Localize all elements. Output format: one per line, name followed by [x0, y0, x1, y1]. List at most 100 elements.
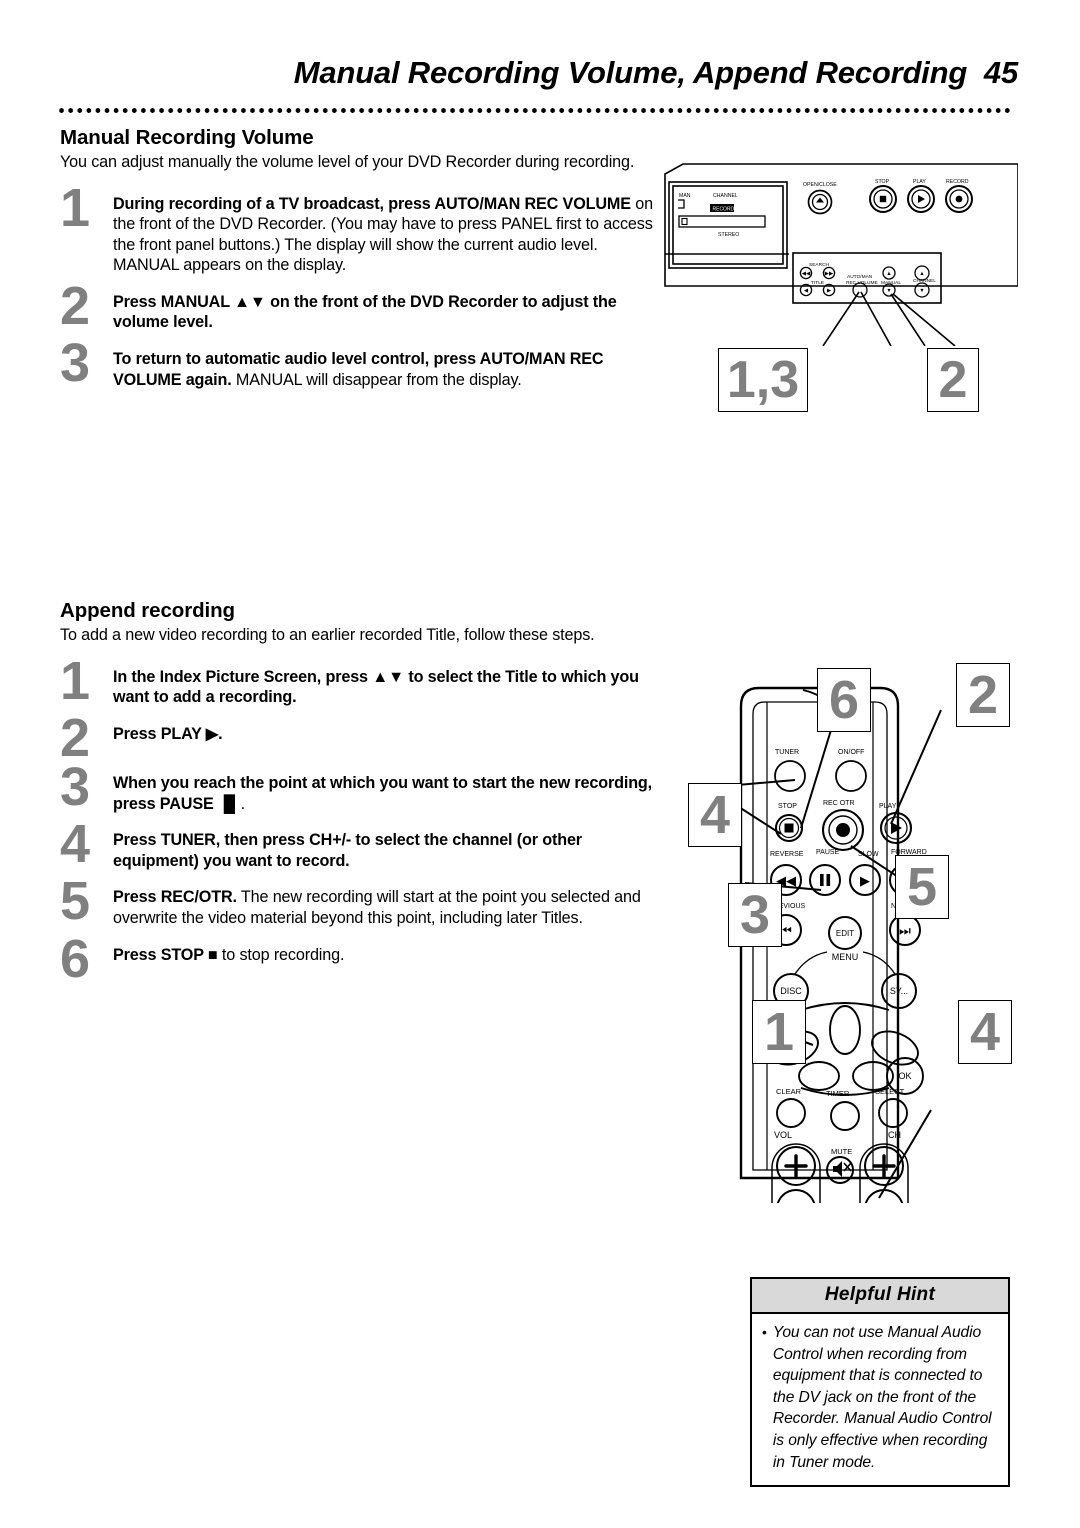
manual-page: Manual Recording Volume, Append Recordin… [0, 0, 1080, 1528]
front-label-play: PLAY [913, 179, 926, 185]
callout-label: 4 [699, 785, 731, 845]
callout-remote-2: 2 [956, 663, 1010, 727]
step-item: 3 When you reach the point at which you … [60, 760, 660, 814]
remote-label-reverse: REVERSE [770, 851, 804, 858]
step-text-bold: Press REC/OTR. [113, 888, 237, 907]
pause-icon [820, 874, 831, 886]
callout-label: 5 [906, 857, 938, 917]
stop-icon [879, 195, 887, 203]
step-number: 1 [60, 177, 91, 238]
step-item: 6 Press STOP ■ to stop recording. [60, 932, 660, 986]
steps-append-recording: 1 In the Index Picture Screen, press ▲▼ … [60, 654, 660, 986]
step-item: 1 During recording of a TV broadcast, pr… [60, 181, 660, 276]
callout-label: 4 [969, 1002, 1001, 1062]
callout-remote-6: 6 [817, 668, 871, 732]
svg-text:◀: ◀ [804, 288, 809, 294]
display-label-channel: CHANNEL [713, 193, 738, 199]
remote-label-tuner: TUNER [775, 749, 799, 756]
remote-label-vol: VOL [774, 1130, 792, 1140]
step-text: Press REC/OTR. The new recording will st… [113, 884, 660, 928]
remote-label-menu: MENU [832, 952, 859, 962]
step-item: 2 Press PLAY ▶. [60, 711, 660, 765]
mute-icon [833, 1161, 852, 1177]
step-text-rest: MANUAL will disappear from the display. [231, 370, 522, 389]
step-number: 4 [60, 814, 91, 875]
callout-label: 1,3 [726, 351, 800, 409]
step-text: In the Index Picture Screen, press ▲▼ to… [113, 664, 660, 708]
display-label-stereo: STEREO [718, 232, 739, 238]
helpful-hint-title: Helpful Hint [752, 1279, 1008, 1314]
remote-label-system: SY... [890, 986, 908, 996]
callout-front-2: 2 [927, 348, 979, 412]
step-text-bold: When you reach the point at which you wa… [113, 773, 653, 813]
step-text: Press PLAY ▶. [113, 721, 660, 745]
remote-label-clear: CLEAR [776, 1087, 802, 1096]
callout-label: 2 [938, 351, 968, 409]
remote-label-play: PLAY [879, 803, 897, 810]
front-panel-illustration: MAN CHANNEL STEREO RECORD OPEN/CLOSE STO… [663, 156, 1018, 346]
section-heading-append-recording: Append recording [60, 599, 235, 623]
step-text-bold: During recording of a TV broadcast, pres… [113, 194, 631, 213]
svg-text:▶: ▶ [827, 288, 832, 294]
callout-remote-1: 1 [752, 1000, 806, 1064]
step-item: 1 In the Index Picture Screen, press ▲▼ … [60, 654, 660, 708]
eject-icon [816, 197, 824, 203]
step-text: Press MANUAL ▲▼ on the front of the DVD … [113, 289, 660, 333]
callout-remote-4-channel: 4 [958, 1000, 1012, 1064]
remote-label-pause: PAUSE [816, 849, 840, 856]
step-text: Press TUNER, then press CH+/- to select … [113, 827, 660, 871]
steps-manual-recording-volume: 1 During recording of a TV broadcast, pr… [60, 181, 660, 391]
step-text-bold: Press PLAY ▶. [113, 724, 223, 743]
step-number: 1 [60, 650, 91, 711]
record-icon [836, 823, 850, 837]
remote-label-on-off: ON/OFF [838, 749, 864, 756]
step-text: Press STOP ■ to stop recording. [113, 942, 660, 966]
step-text: To return to automatic audio level contr… [113, 346, 660, 390]
play-icon [891, 822, 902, 834]
callout-label: 6 [828, 670, 860, 730]
step-text-bold: In the Index Picture Screen, press ▲▼ to… [113, 667, 639, 707]
section-intro-append-recording: To add a new video recording to an earli… [60, 626, 595, 645]
bullet-icon: • [762, 1324, 767, 1340]
step-number: 6 [60, 928, 91, 989]
front-label-open-close: OPEN/CLOSE [803, 182, 837, 188]
step-text-bold: Press TUNER, then press CH+/- to select … [113, 831, 582, 870]
svg-text:▼: ▼ [886, 288, 891, 294]
callout-front-1-3: 1,3 [718, 348, 808, 412]
callout-label: 1 [763, 1002, 795, 1062]
helpful-hint-body: • You can not use Manual Audio Control w… [752, 1314, 1008, 1485]
remote-label-rec-otr: REC OTR [823, 800, 855, 807]
step-text-rest: to stop recording. [217, 945, 345, 964]
header-divider [57, 108, 1012, 113]
helpful-hint-text: You can not use Manual Audio Control whe… [772, 1324, 992, 1471]
slow-icon: ▶ [860, 873, 870, 888]
callout-remote-4-tuner: 4 [688, 783, 742, 847]
step-item: 3 To return to automatic audio level con… [60, 336, 660, 390]
step-text: During recording of a TV broadcast, pres… [113, 191, 660, 276]
page-title: Manual Recording Volume, Append Recordin… [293, 55, 968, 90]
callout-label: 2 [967, 665, 999, 725]
display-label-man: MAN [679, 193, 691, 199]
section-intro-manual-recording-volume: You can adjust manually the volume level… [60, 153, 635, 171]
step-item: 4 Press TUNER, then press CH+/- to selec… [60, 817, 660, 871]
section-heading-manual-recording-volume: Manual Recording Volume [60, 126, 314, 149]
step-text: When you reach the point at which you wa… [113, 770, 660, 814]
display-label-record: RECORD [713, 207, 735, 213]
step-number: 2 [60, 275, 91, 336]
step-text-rest: . [240, 794, 246, 813]
remote-label-ok: OK [898, 1071, 911, 1081]
remote-label-disc: DISC [780, 986, 802, 996]
record-icon [955, 195, 963, 203]
step-number: 3 [60, 333, 91, 394]
svg-text:▶▶: ▶▶ [825, 271, 834, 277]
callout-remote-3: 3 [728, 883, 782, 947]
step-text-bold: Press MANUAL ▲▼ on the front of the DVD … [113, 292, 617, 332]
step-text-bold: Press STOP ■ [113, 945, 218, 964]
step-item: 5 Press REC/OTR. The new recording will … [60, 874, 660, 928]
svg-text:▲: ▲ [886, 271, 891, 277]
callout-remote-5: 5 [895, 855, 949, 919]
page-number: 45 [983, 55, 1018, 90]
step-item: 2 Press MANUAL ▲▼ on the front of the DV… [60, 279, 660, 333]
svg-text:▲: ▲ [919, 271, 924, 277]
